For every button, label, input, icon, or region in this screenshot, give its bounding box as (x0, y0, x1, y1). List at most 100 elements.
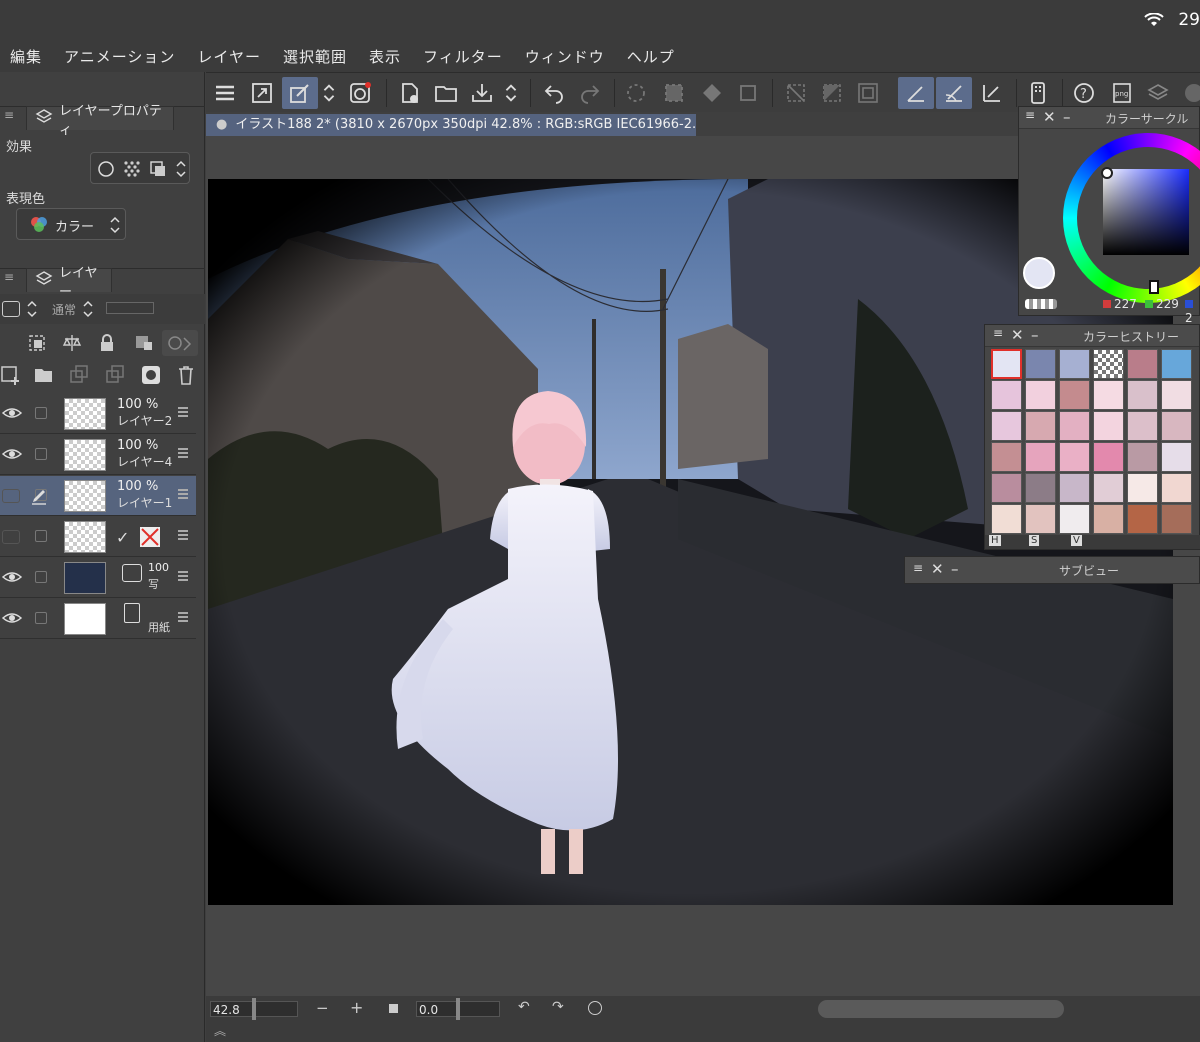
opacity-slider[interactable] (106, 302, 154, 314)
chevron-updown-icon[interactable] (175, 159, 187, 183)
layer-row[interactable]: 100 % レイヤー2 (0, 394, 196, 434)
horizontal-scrollbar[interactable] (818, 1000, 1064, 1018)
open-folder-icon[interactable] (430, 77, 462, 109)
hide-selection-icon[interactable] (780, 77, 812, 109)
color-swatch[interactable] (1127, 442, 1158, 472)
layer-mode-icon[interactable] (2, 301, 20, 317)
color-swatch[interactable] (1059, 349, 1090, 379)
color-swatch[interactable] (1059, 380, 1090, 410)
color-swatch[interactable] (1025, 473, 1056, 503)
expand-selection-icon[interactable] (852, 77, 884, 109)
chevron-updown-icon[interactable] (82, 299, 94, 323)
eye-icon[interactable] (1, 570, 23, 588)
hamburger-icon[interactable] (209, 77, 241, 109)
special-ruler-snap-icon[interactable] (936, 77, 972, 109)
chevron-updown-icon[interactable] (500, 77, 522, 109)
layer-color-icon[interactable] (149, 160, 167, 182)
layer-menu-icon[interactable] (178, 489, 188, 499)
zoom-slider-handle[interactable] (252, 998, 256, 1020)
device-icon[interactable] (1022, 77, 1054, 109)
menu-animation[interactable]: アニメーション (64, 46, 175, 67)
expand-up-icon[interactable]: ︽ (214, 1022, 226, 1039)
color-swatch[interactable] (1025, 442, 1056, 472)
eye-hidden-icon[interactable] (2, 530, 20, 544)
layer-menu-icon[interactable] (178, 571, 188, 581)
main-color-swatch[interactable] (1023, 257, 1055, 289)
undo-icon[interactable] (538, 77, 570, 109)
layer-row[interactable]: 100 % レイヤー4 (0, 435, 196, 475)
fill-bucket-icon[interactable] (696, 77, 728, 109)
sv-picker-handle[interactable] (1101, 167, 1113, 179)
save-icon[interactable] (466, 77, 498, 109)
canvas-tab[interactable]: ● イラスト188 2* (3810 x 2670px 350dpi 42.8% … (206, 114, 696, 136)
clear-selection-icon[interactable] (620, 77, 652, 109)
eye-icon[interactable] (1, 406, 23, 424)
panel-menu-icon[interactable]: ≡ (993, 326, 1003, 340)
zoom-in-icon[interactable]: + (350, 998, 363, 1017)
clip-layer-icon[interactable] (28, 334, 46, 356)
layer-checkbox[interactable] (35, 407, 47, 419)
color-swatch[interactable] (991, 349, 1022, 379)
rotate-right-icon[interactable]: ↷ (552, 999, 564, 1015)
redo-icon[interactable] (574, 77, 606, 109)
menu-selection[interactable]: 選択範囲 (283, 46, 347, 67)
clip-studio-icon[interactable] (344, 77, 376, 109)
lock-transparency-icon[interactable] (134, 334, 154, 356)
color-swatch[interactable] (1127, 380, 1158, 410)
color-swatch[interactable] (1093, 411, 1124, 441)
color-swatch[interactable] (991, 442, 1022, 472)
color-swatch[interactable] (1093, 504, 1124, 534)
rotate-left-icon[interactable]: ↶ (518, 999, 530, 1015)
color-swatch[interactable] (1161, 504, 1192, 534)
panel-menu-icon[interactable]: ≡ (1025, 108, 1035, 122)
panel-menu-icon[interactable]: ≡ (4, 270, 14, 284)
reference-layer-icon[interactable] (62, 333, 82, 357)
layer-menu-icon[interactable] (178, 612, 188, 622)
grid-snap-icon[interactable] (976, 77, 1008, 109)
transfer-down-icon[interactable] (68, 364, 90, 390)
color-swatch[interactable] (1059, 411, 1090, 441)
panel-menu-icon[interactable]: ≡ (4, 108, 14, 122)
layer-row[interactable]: ✓ (0, 517, 196, 557)
menu-layer[interactable]: レイヤー (197, 46, 261, 67)
export-png-icon[interactable]: png (1106, 77, 1138, 109)
minimize-icon[interactable]: – (951, 560, 959, 578)
color-swatch[interactable] (1093, 380, 1124, 410)
color-swatch[interactable] (1025, 411, 1056, 441)
minimize-icon[interactable]: – (1031, 326, 1039, 344)
layer-checkbox[interactable] (35, 530, 47, 542)
chevron-updown-icon[interactable] (318, 77, 340, 109)
border-effect-icon[interactable] (97, 160, 115, 182)
new-file-icon[interactable] (394, 77, 426, 109)
eye-icon[interactable] (1, 447, 23, 465)
menu-view[interactable]: 表示 (369, 46, 401, 67)
transform-icon[interactable] (282, 77, 318, 109)
crop-icon[interactable] (732, 77, 764, 109)
canvas-resize-icon[interactable] (246, 77, 278, 109)
layer-checkbox[interactable] (35, 612, 47, 624)
combine-down-icon[interactable] (104, 364, 126, 390)
menu-filter[interactable]: フィルター (423, 46, 503, 67)
color-swatch[interactable] (1059, 504, 1090, 534)
help-icon[interactable]: ? (1068, 77, 1100, 109)
color-swatch[interactable] (1161, 380, 1192, 410)
value-label[interactable]: V (1071, 535, 1082, 546)
color-swatch[interactable] (1093, 442, 1124, 472)
color-swatch[interactable] (991, 411, 1022, 441)
close-icon[interactable]: ✕ (1043, 108, 1056, 126)
layer-row[interactable]: 100 写 (0, 558, 196, 598)
transparent-color-swatch[interactable] (1025, 299, 1057, 309)
color-swatch[interactable] (1025, 349, 1056, 379)
saturation-label[interactable]: S (1029, 535, 1040, 546)
new-raster-layer-icon[interactable] (0, 364, 22, 390)
invert-selection-icon[interactable] (816, 77, 848, 109)
blend-mode-select[interactable]: 通常 (52, 301, 76, 318)
close-icon[interactable]: ✕ (931, 560, 944, 578)
reset-rotation-icon[interactable] (588, 1001, 602, 1015)
color-swatch[interactable] (991, 504, 1022, 534)
color-mode-icon[interactable] (1178, 77, 1200, 109)
color-swatch[interactable] (1059, 473, 1090, 503)
menu-help[interactable]: ヘルプ (627, 46, 675, 67)
layer-menu-icon[interactable] (178, 407, 188, 417)
layer-checkbox[interactable] (35, 571, 47, 583)
